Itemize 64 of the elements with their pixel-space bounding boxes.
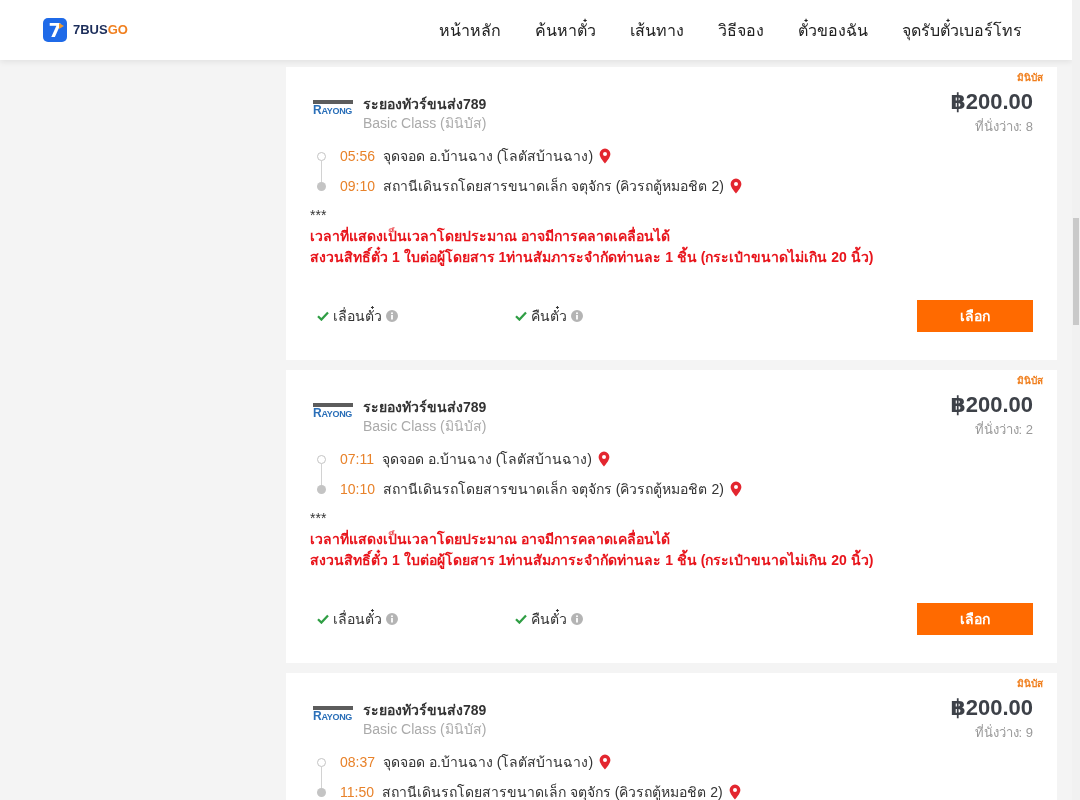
nav-link[interactable]: จุดรับตั๋วเบอร์โทร <box>902 17 1022 43</box>
vehicle-type-tag: มินิบัส <box>1017 71 1043 85</box>
feature-label: คืนตั๋ว <box>531 305 567 326</box>
stop-time: 08:37 <box>340 754 376 770</box>
operator-logo: RAYONG <box>313 706 353 723</box>
nav-link[interactable]: ตั๋วของฉัน <box>798 17 868 43</box>
dot-icon <box>316 485 326 494</box>
warning-text: เวลาที่แสดงเป็นเวลาโดยประมาณ อาจมีการคลาดเคลื่อนได้ <box>310 529 671 549</box>
bus-class: Basic Class (มินิบัส) <box>363 720 487 739</box>
stop-time: 07:11 <box>340 451 374 467</box>
stop-location: สถานีเดินรถโดยสารขนาดเล็ก จตุจักร (คิวรถตู้หมอชิต 2) <box>382 784 723 800</box>
hollow-circle-icon <box>316 152 326 161</box>
dot-icon <box>316 182 326 191</box>
warning-text: สงวนสิทธิ์ตั๋ว 1 ใบต่อผู้โดยสาร 1ท่านสัมภาระจำกัดท่านละ 1 ชิ้น (กระเป๋าขนาดไม่เกิน 20 นิ้ว) <box>310 247 1033 268</box>
ticket-price: ฿200.00 <box>950 88 1033 116</box>
operator-name: ระยองทัวร์ขนส่ง789 <box>363 701 487 720</box>
stop-time: 05:56 <box>340 148 376 164</box>
hollow-circle-icon <box>316 455 326 464</box>
logo-mark[interactable]: 7 <box>43 18 67 42</box>
stop-time: 10:10 <box>340 481 376 497</box>
map-pin-icon[interactable] <box>728 784 741 800</box>
feature-label: เลื่อนตั๋ว <box>333 608 382 629</box>
map-pin-icon[interactable] <box>598 451 610 467</box>
bus-class: Basic Class (มินิบัส) <box>363 114 487 133</box>
brand-name[interactable]: 7BUSGO <box>73 22 128 38</box>
warning-text: เวลาที่แสดงเป็นเวลาโดยประมาณ อาจมีการคลาดเคลื่อนได้ <box>310 226 671 246</box>
feature-label: คืนตั๋ว <box>531 608 567 629</box>
nav-link[interactable]: วิธีจอง <box>718 17 764 43</box>
operator-logo: RAYONG <box>313 100 353 117</box>
feature-label: เลื่อนตั๋ว <box>333 305 382 326</box>
stop-time: 09:10 <box>340 178 376 194</box>
stop-location: จุดจอด อ.บ้านฉาง (โลตัสบ้านฉาง) <box>382 451 592 467</box>
operator-name: ระยองทัวร์ขนส่ง789 <box>363 95 487 114</box>
stop-location: จุดจอด อ.บ้านฉาง (โลตัสบ้านฉาง) <box>383 754 594 770</box>
seats-available: ที่นั่งว่าง: 8 <box>974 118 1033 136</box>
map-pin-icon[interactable] <box>729 178 742 194</box>
map-pin-icon[interactable] <box>729 481 742 497</box>
stop-location: สถานีเดินรถโดยสารขนาดเล็ก จตุจักร (คิวรถตู้หมอชิต 2) <box>383 481 724 497</box>
note-text: *** <box>310 206 328 225</box>
dot-icon <box>316 788 326 797</box>
scrollbar-thumb[interactable] <box>1073 218 1079 325</box>
operator-name: ระยองทัวร์ขนส่ง789 <box>363 398 487 417</box>
stop-location: จุดจอด อ.บ้านฉาง (โลตัสบ้านฉาง) <box>383 148 594 164</box>
operator-logo: RAYONG <box>313 403 353 420</box>
route-line <box>320 767 322 788</box>
map-pin-icon[interactable] <box>599 754 612 770</box>
map-pin-icon[interactable] <box>599 148 612 164</box>
route-line <box>320 464 322 485</box>
vehicle-type-tag: มินิบัส <box>1017 374 1043 388</box>
ticket-price: ฿200.00 <box>950 694 1033 722</box>
bus-class: Basic Class (มินิบัส) <box>363 417 487 436</box>
stop-location: สถานีเดินรถโดยสารขนาดเล็ก จตุจักร (คิวรถตู้หมอชิต 2) <box>383 178 724 194</box>
ticket-price: ฿200.00 <box>950 391 1033 419</box>
nav-link[interactable]: ค้นหาตั๋ว <box>535 17 596 43</box>
nav-link[interactable]: เส้นทาง <box>630 17 684 43</box>
warning-text: สงวนสิทธิ์ตั๋ว 1 ใบต่อผู้โดยสาร 1ท่านสัมภาระจำกัดท่านละ 1 ชิ้น (กระเป๋าขนาดไม่เกิน 20 นิ้ว) <box>310 550 1033 571</box>
hollow-circle-icon <box>316 758 326 767</box>
route-line <box>320 161 322 182</box>
stop-time: 11:50 <box>340 784 374 800</box>
vehicle-type-tag: มินิบัส <box>1017 677 1043 691</box>
nav-link[interactable]: หน้าหลัก <box>439 17 501 43</box>
seats-available: ที่นั่งว่าง: 9 <box>974 724 1033 742</box>
seats-available: ที่นั่งว่าง: 2 <box>974 421 1033 439</box>
note-text: *** <box>310 509 328 528</box>
